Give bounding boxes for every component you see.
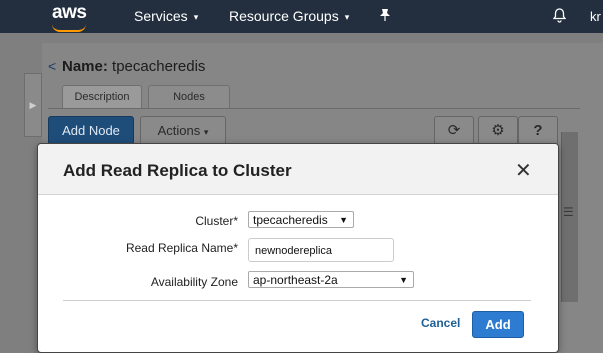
resource-groups-label: Resource Groups: [229, 8, 339, 24]
add-read-replica-dialog: Add Read Replica to Cluster ✕ Cluster* t…: [37, 143, 559, 353]
availability-zone-label: Availability Zone: [150, 275, 238, 289]
pin-icon[interactable]: [379, 8, 391, 25]
gear-icon: ⚙: [491, 122, 505, 139]
bell-icon[interactable]: [552, 8, 567, 26]
dropdown-arrow-icon: ▼: [399, 275, 408, 285]
cluster-label: Cluster*: [195, 214, 238, 228]
refresh-button[interactable]: ⟳: [434, 116, 474, 145]
tab-description[interactable]: Description: [62, 85, 142, 109]
tab-divider: [48, 108, 580, 109]
page-title: Name: tpecacheredis: [62, 58, 205, 75]
cancel-button[interactable]: Cancel: [421, 316, 460, 330]
add-button[interactable]: Add: [472, 311, 524, 338]
cluster-select[interactable]: tpecacheredis ▼: [248, 211, 354, 228]
actions-dropdown[interactable]: Actions ▾: [140, 116, 226, 145]
services-label: Services: [134, 8, 188, 24]
close-icon[interactable]: ✕: [515, 158, 532, 183]
read-replica-name-input[interactable]: newnodereplica: [248, 238, 394, 262]
top-navigation-bar: aws Services ▾ Resource Groups ▾ kr: [0, 0, 603, 33]
read-replica-name-label: Read Replica Name*: [125, 241, 238, 255]
dropdown-arrow-icon: ▼: [339, 215, 348, 225]
dialog-title: Add Read Replica to Cluster: [63, 161, 292, 180]
aws-logo-smile: [52, 24, 86, 32]
cluster-select-value: tpecacheredis: [253, 213, 328, 227]
back-link[interactable]: <: [48, 58, 56, 74]
chevron-down-icon: ▾: [344, 12, 350, 22]
resize-grip-icon[interactable]: ☰: [563, 205, 574, 219]
actions-label: Actions: [157, 123, 201, 138]
refresh-icon: ⟳: [447, 122, 461, 139]
cluster-name: tpecacheredis: [112, 58, 206, 75]
aws-logo[interactable]: aws: [52, 2, 87, 24]
help-button[interactable]: ?: [518, 116, 558, 145]
chevron-down-icon: ▾: [203, 127, 209, 137]
name-label: Name:: [62, 58, 108, 75]
availability-zone-select[interactable]: ap-northeast-2a ▼: [248, 271, 414, 288]
resource-groups-menu[interactable]: Resource Groups ▾: [229, 8, 349, 24]
dialog-header: Add Read Replica to Cluster ✕: [38, 144, 558, 195]
sidebar-toggle[interactable]: ▶: [24, 73, 42, 137]
tab-nodes[interactable]: Nodes: [148, 85, 230, 109]
availability-zone-value: ap-northeast-2a: [253, 273, 338, 287]
help-icon: ?: [533, 122, 543, 139]
chevron-down-icon: ▾: [193, 12, 199, 22]
dialog-divider: [63, 300, 531, 301]
settings-button[interactable]: ⚙: [478, 116, 518, 145]
services-menu[interactable]: Services ▾: [134, 8, 198, 24]
user-menu[interactable]: kr: [590, 9, 601, 24]
add-node-button[interactable]: Add Node: [48, 116, 134, 145]
